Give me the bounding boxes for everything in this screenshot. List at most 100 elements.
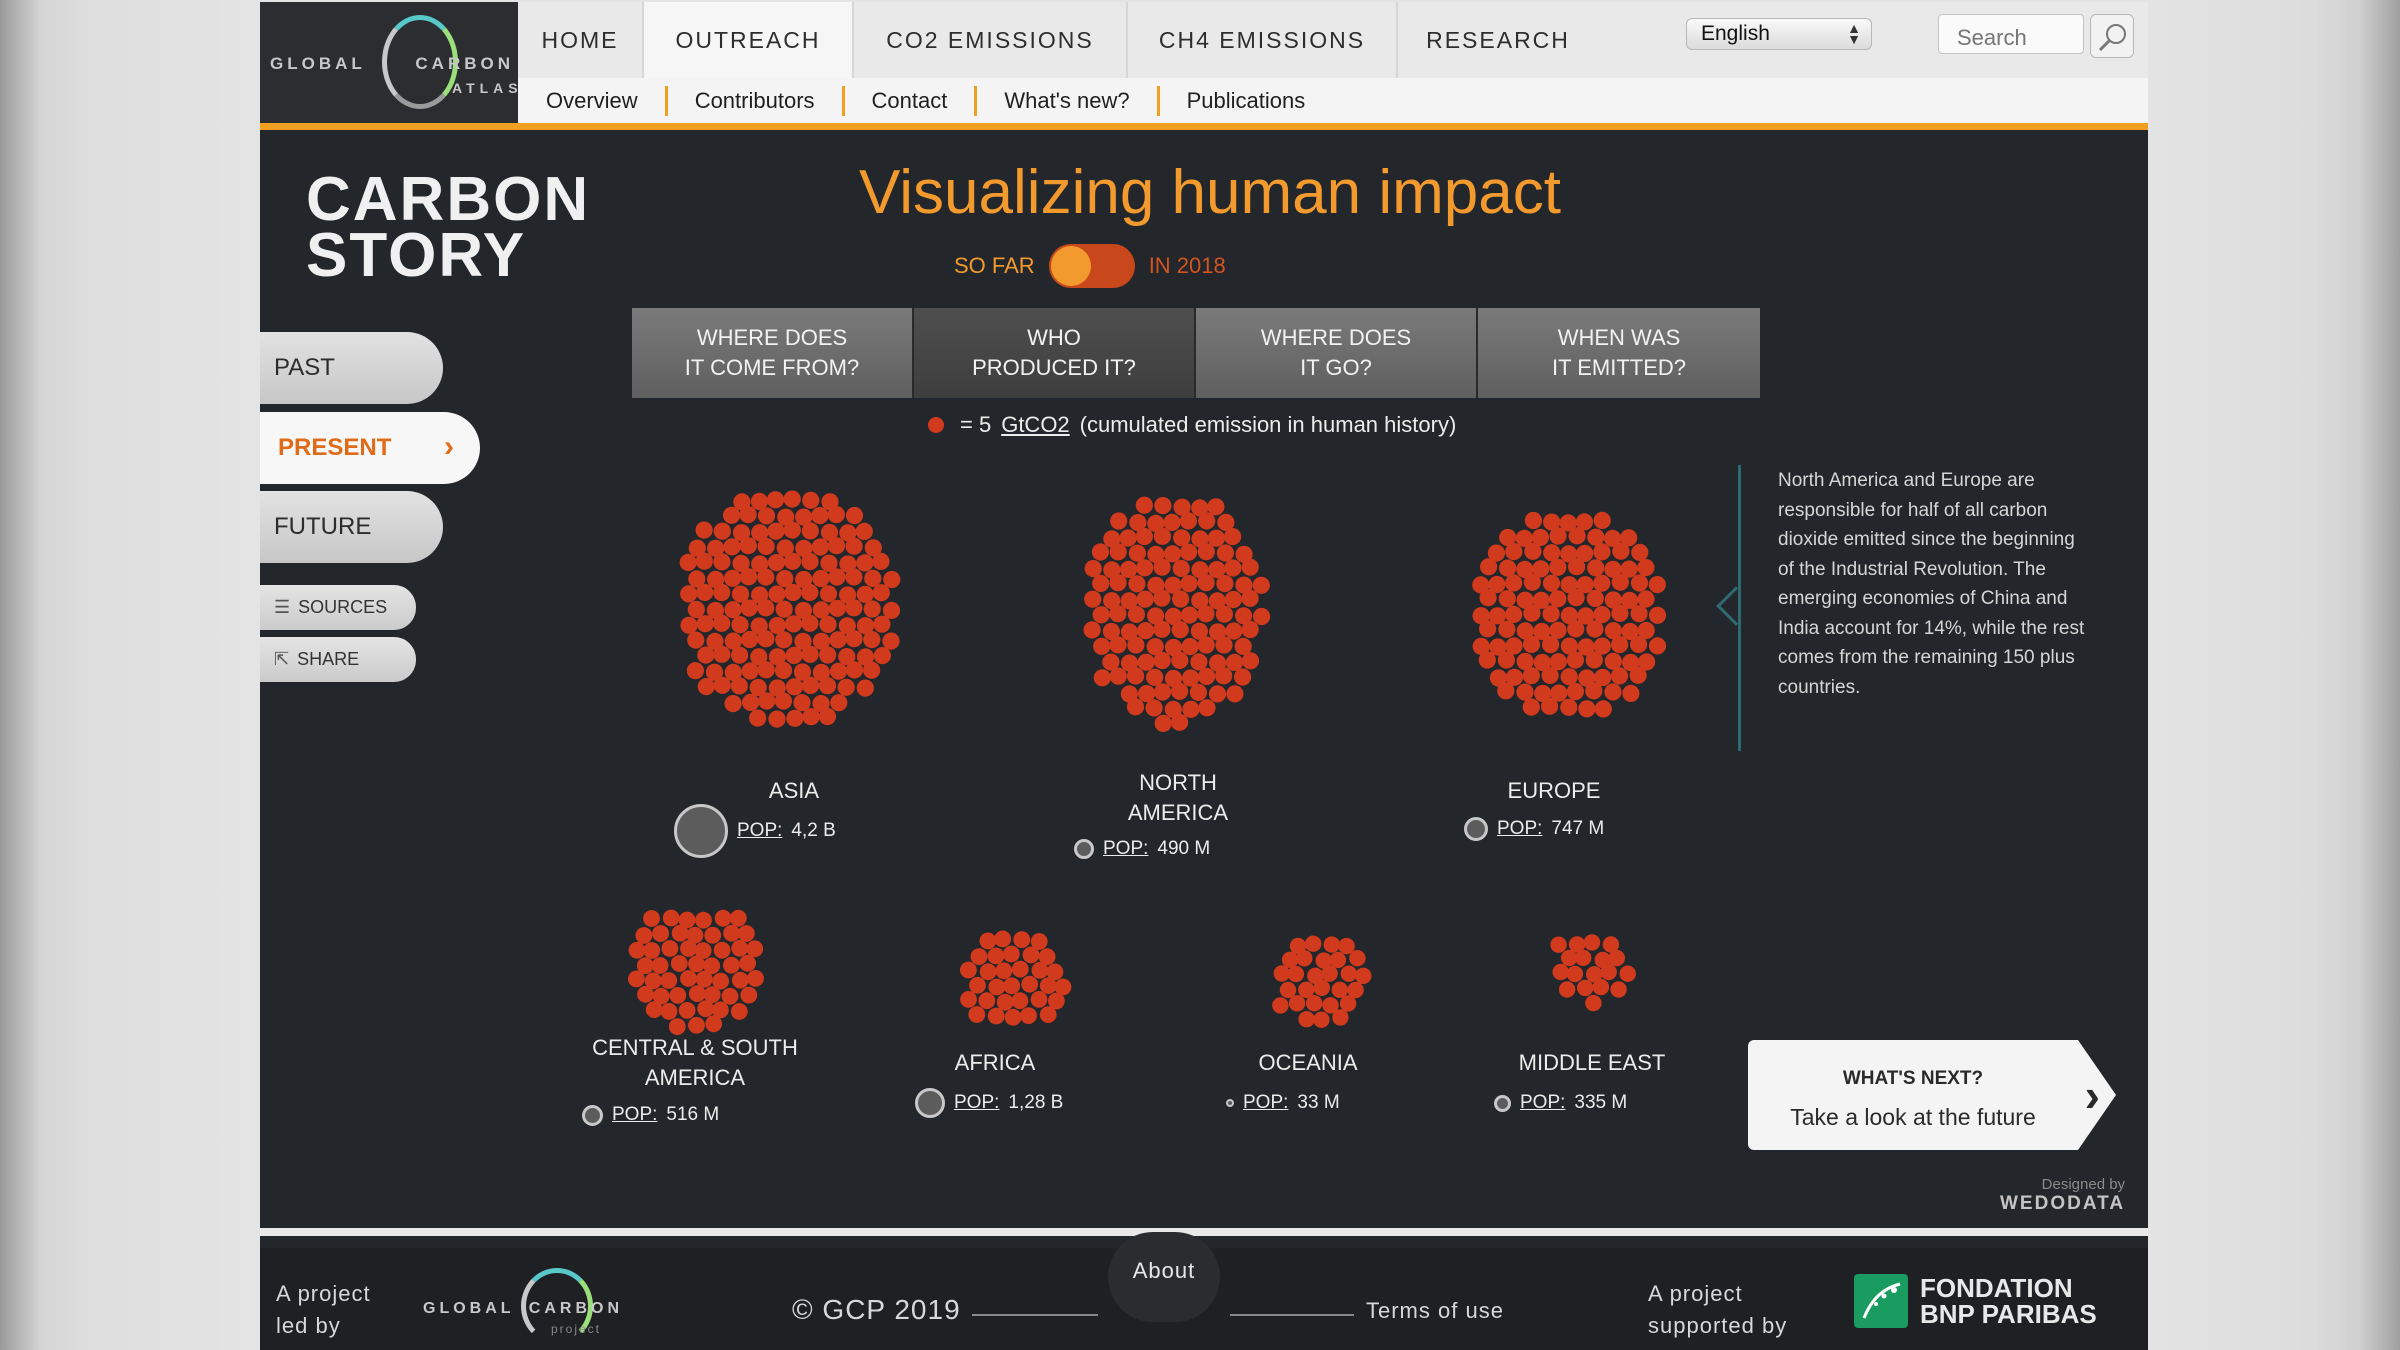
emission-dot	[1093, 637, 1111, 655]
emission-dot	[628, 941, 646, 959]
emission-dot	[740, 568, 758, 586]
emission-dot	[786, 709, 804, 727]
emission-dot	[1127, 667, 1145, 685]
emission-dot	[845, 537, 863, 555]
emission-dot	[1224, 559, 1242, 577]
emission-dot	[863, 631, 881, 649]
emission-dot	[1611, 636, 1629, 654]
region-pop-asia[interactable]: POP: 4,2 B	[674, 804, 836, 858]
emission-dot	[802, 676, 820, 695]
emission-dot	[740, 599, 758, 617]
emission-dot	[724, 601, 742, 619]
footer-line-left	[972, 1314, 1098, 1316]
emission-dot	[1612, 542, 1630, 560]
emission-dot	[688, 955, 705, 973]
emission-dot	[1332, 1009, 1349, 1026]
whats-next-button[interactable]: WHAT'S NEXT? Take a look at the future ›	[1748, 1040, 2116, 1150]
emission-dot	[662, 909, 680, 927]
emission-dot	[1252, 576, 1270, 594]
emission-dot	[1594, 700, 1612, 718]
emission-dot	[1153, 652, 1171, 670]
emission-dot	[829, 662, 848, 680]
emission-dot	[637, 985, 654, 1003]
about-button[interactable]: About	[1108, 1232, 1220, 1322]
emission-dot	[661, 940, 679, 957]
emission-dot	[1619, 965, 1636, 982]
emission-dot	[873, 615, 891, 633]
emission-dot	[1288, 995, 1306, 1012]
emission-dot	[1630, 574, 1649, 592]
chevron-right-icon: ›	[2084, 1069, 2100, 1121]
dot-cluster-north-america	[1083, 496, 1271, 733]
emission-dot	[724, 569, 742, 587]
emission-dot	[1480, 558, 1498, 576]
emission-dot	[1083, 621, 1101, 639]
pop-value: 1,28 B	[1008, 1092, 1064, 1113]
emission-dot	[1127, 636, 1145, 654]
emission-dot	[1002, 945, 1020, 963]
emission-dot	[680, 970, 697, 987]
region-pop-central-south-america[interactable]: POP: 516 M	[582, 1104, 719, 1126]
emission-dot	[1586, 589, 1604, 608]
emission-dot	[979, 932, 997, 950]
emission-dot	[996, 993, 1014, 1011]
emission-dot	[1109, 605, 1127, 623]
emission-dot	[1003, 977, 1021, 995]
emission-dot	[714, 909, 732, 927]
emission-dot	[1567, 620, 1585, 638]
emission-dot	[1145, 699, 1163, 717]
emission-dot	[1349, 950, 1366, 967]
emission-dot	[1092, 606, 1110, 624]
emission-dot	[960, 991, 977, 1008]
emission-dot	[1560, 668, 1578, 686]
dot-cluster-oceania	[1272, 935, 1372, 1028]
emission-dot	[1524, 511, 1542, 530]
region-pop-middle-east[interactable]: POP: 335 M	[1494, 1092, 1627, 1114]
emission-dot	[713, 583, 731, 602]
emission-dot	[1011, 992, 1029, 1010]
emission-dot	[757, 568, 775, 586]
emission-dot	[1154, 497, 1172, 515]
emission-dot	[811, 538, 830, 556]
emission-dot	[713, 522, 731, 540]
region-pop-north-america[interactable]: POP: 490 M	[1074, 838, 1210, 860]
emission-dot	[1181, 638, 1199, 656]
emission-dot	[1119, 529, 1137, 547]
emission-dot	[1610, 981, 1627, 998]
terms-of-use-link[interactable]: Terms of use	[1366, 1298, 1504, 1324]
pop-value: 516 M	[666, 1104, 720, 1125]
region-pop-oceania[interactable]: POP: 33 M	[1226, 1092, 1340, 1114]
region-pop-europe[interactable]: POP: 747 M	[1464, 817, 1604, 841]
emission-dot	[856, 679, 874, 697]
emission-dot	[784, 615, 803, 633]
fondation-bnp-paribas-logo[interactable]: FONDATION BNP PARIBAS	[1854, 1274, 2097, 1328]
dot-cluster-africa	[960, 930, 1072, 1026]
emission-dot	[739, 954, 756, 972]
global-carbon-project-logo[interactable]: GLOBAL CARBON project	[423, 1266, 623, 1346]
emission-dot	[695, 552, 713, 570]
emission-dot	[863, 661, 881, 679]
emission-dot	[741, 662, 759, 680]
pop-label: POP:	[737, 820, 783, 841]
emission-dot	[1505, 543, 1523, 561]
region-name-middle-east: MIDDLE EAST	[1518, 1050, 1666, 1075]
emission-dot	[704, 926, 722, 944]
pop-value: 335 M	[1574, 1092, 1628, 1113]
emission-dot	[1128, 575, 1146, 593]
emission-dot	[1541, 666, 1559, 685]
emission-dot	[837, 678, 855, 696]
emission-dot	[730, 677, 748, 695]
emission-dot	[721, 987, 739, 1005]
emission-dot	[830, 694, 848, 712]
emission-dot	[1226, 685, 1244, 703]
designed-by[interactable]: Designed by WEDODATA	[2000, 1176, 2125, 1215]
emission-dot	[1604, 683, 1622, 701]
emission-dot	[1522, 698, 1540, 716]
emission-dot	[1234, 668, 1252, 686]
emission-dot	[1241, 652, 1260, 670]
region-pop-africa[interactable]: POP: 1,28 B	[915, 1088, 1063, 1118]
emission-dot	[1241, 589, 1259, 607]
emission-dot	[1224, 590, 1242, 609]
emission-dot	[818, 707, 837, 726]
emission-dot	[757, 661, 775, 679]
